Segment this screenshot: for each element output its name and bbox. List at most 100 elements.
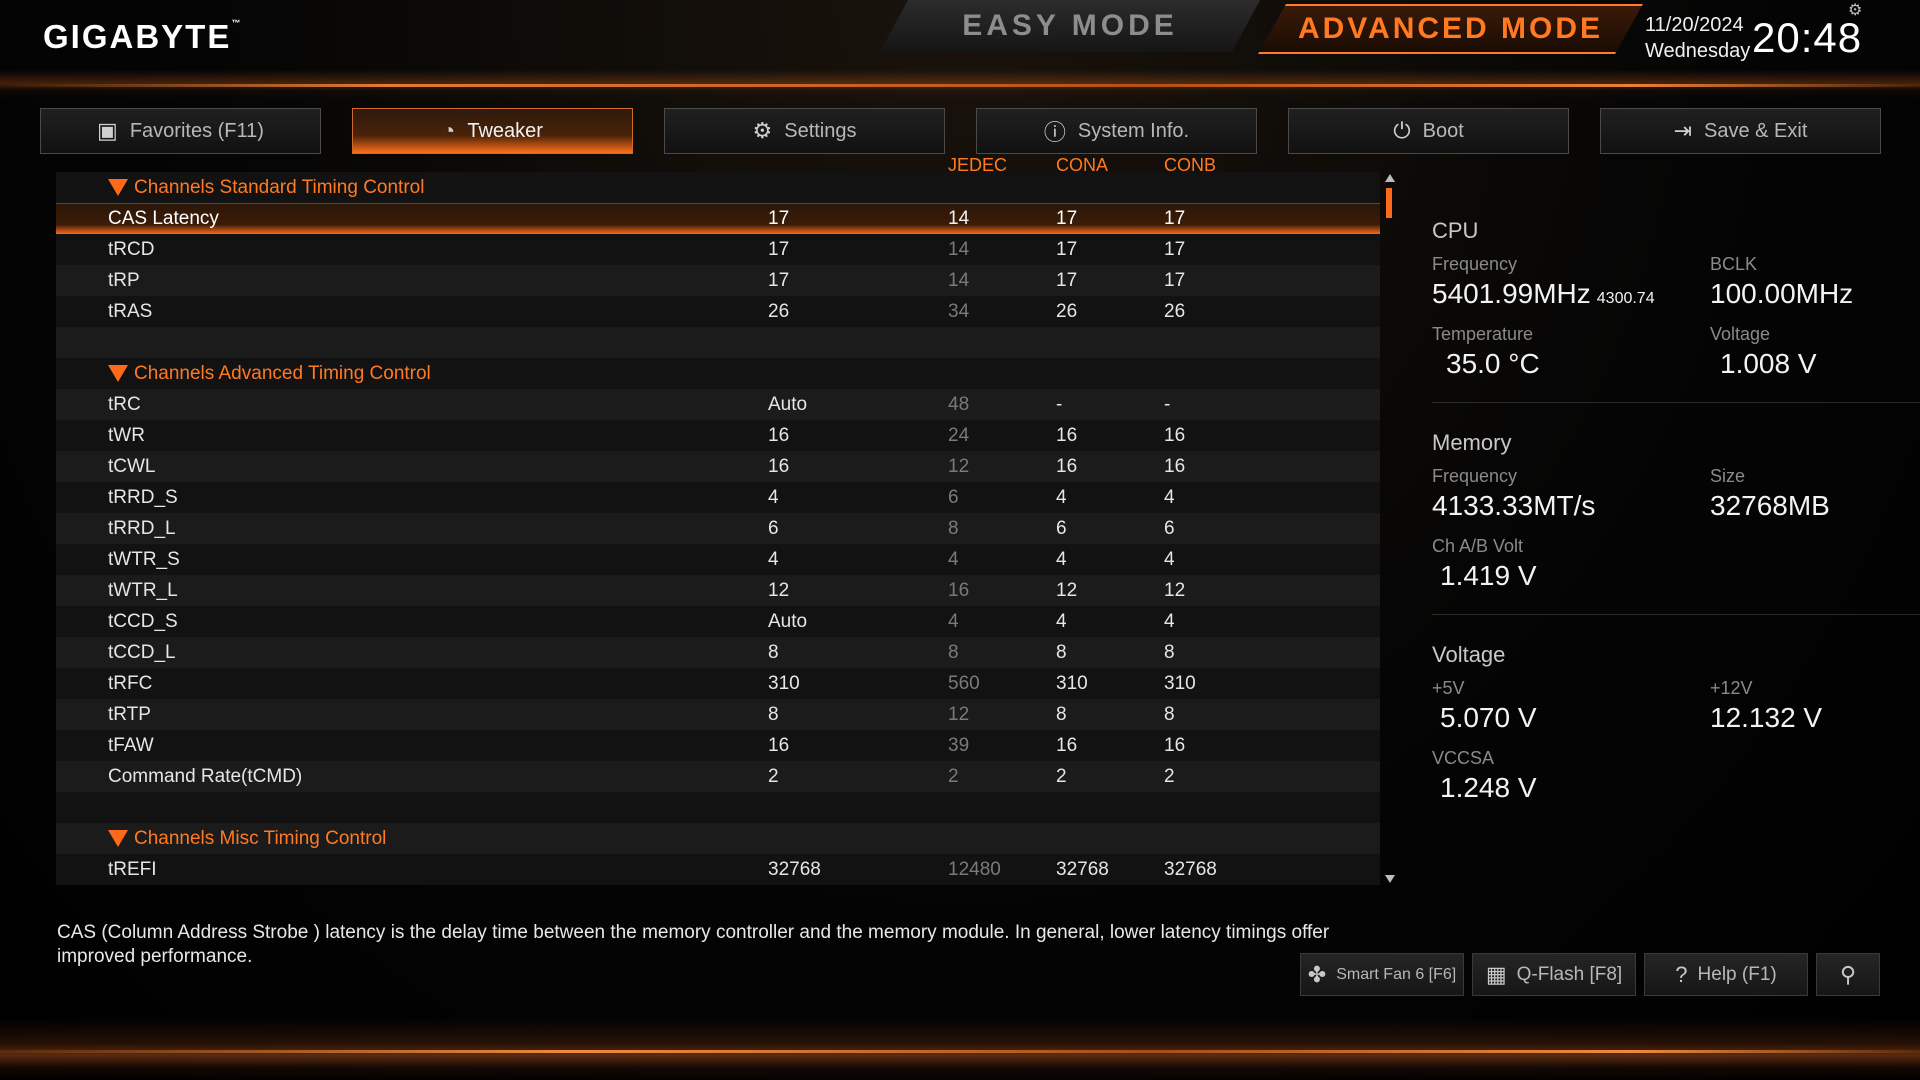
row-value[interactable]: Auto [768,611,807,633]
table-row[interactable]: tRTP 8 12 8 8 [56,699,1380,730]
tab-boot[interactable]: ⏻ Boot [1288,108,1569,154]
row-cona: 4 [1056,548,1067,570]
cpu-frequency-sub: 4300.74 [1596,290,1655,307]
help-description: CAS (Column Address Strobe ) latency is … [57,922,1330,967]
row-jedec: 560 [948,672,980,694]
table-row[interactable]: tWTR_L 12 16 12 12 [56,575,1380,606]
help-button[interactable]: ? Help (F1) [1644,953,1808,996]
row-conb: 4 [1164,548,1175,570]
row-value[interactable]: 16 [768,735,789,757]
table-scrollbar[interactable] [1384,172,1396,885]
row-label: tRAS [108,300,153,322]
info-divider [1432,614,1920,615]
table-row[interactable]: tCCD_L 8 8 8 8 [56,637,1380,668]
row-value[interactable]: 16 [768,456,789,478]
tab-favorites[interactable]: ▣ Favorites (F11) [40,108,321,154]
cpu-voltage-value: 1.008 V [1720,348,1817,379]
row-jedec: 14 [948,207,970,229]
tab-tweaker[interactable]: ◔ Tweaker [352,108,633,154]
section-title: Channels Advanced Timing Control [134,362,431,384]
table-row[interactable]: tRRD_S 4 6 4 4 [56,482,1380,513]
section-advanced-timing[interactable]: Channels Advanced Timing Control [56,358,1380,389]
row-value[interactable]: 310 [768,673,800,695]
row-conb: 2 [1164,765,1175,787]
row-value[interactable]: 16 [768,425,789,447]
advanced-mode-button[interactable]: ADVANCED MODE [1258,4,1643,54]
settings-gear-icon[interactable]: ⚙ [1848,0,1862,20]
row-label: tRFC [108,672,153,694]
table-row[interactable]: tCWL 16 12 16 16 [56,451,1380,482]
row-value[interactable]: 6 [768,518,779,540]
row-conb: 6 [1164,517,1175,539]
row-value[interactable]: 4 [768,487,779,509]
row-jedec: 34 [948,300,970,322]
row-cona: 17 [1056,269,1078,291]
row-jedec: 4 [948,548,959,570]
tab-label: Favorites (F11) [129,119,264,142]
tab-system-info[interactable]: ⓘ System Info. [976,108,1257,154]
row-cona: - [1056,393,1063,415]
spacer-row [56,792,1380,823]
scroll-thumb[interactable] [1386,188,1392,218]
table-row[interactable]: tRCD 17 14 17 17 [56,234,1380,265]
section-misc-timing[interactable]: Channels Misc Timing Control [56,823,1380,854]
chip-icon: ▦ [1485,961,1507,987]
scroll-down-arrow-icon[interactable] [1385,875,1395,883]
row-cona: 17 [1056,207,1078,229]
table-row[interactable]: tFAW 16 39 16 16 [56,730,1380,761]
fan-icon: ✤ [1307,961,1327,987]
row-value[interactable]: 17 [768,270,789,292]
table-row[interactable]: tRP 17 14 17 17 [56,265,1380,296]
p5v-label: +5V [1432,678,1465,698]
table-row[interactable]: tREFI 32768 12480 32768 32768 [56,854,1380,885]
row-value[interactable]: 8 [768,704,779,726]
button-label: Q-Flash [F8] [1516,963,1623,985]
p12v-label: +12V [1710,678,1753,698]
collapse-triangle-icon [108,179,128,196]
scroll-up-arrow-icon[interactable] [1385,174,1395,182]
row-value[interactable]: 32768 [768,859,821,881]
table-row[interactable]: tRFC 310 560 310 310 [56,668,1380,699]
table-row[interactable]: CAS Latency 17 14 17 17 [56,203,1380,234]
row-jedec: 14 [948,238,970,260]
search-button[interactable]: ⚲ [1816,953,1880,996]
row-value[interactable]: 2 [768,766,779,788]
row-conb: 4 [1164,610,1175,632]
row-value[interactable]: 4 [768,549,779,571]
bclk-value: 100.00MHz [1710,278,1854,309]
row-conb: 4 [1164,486,1175,508]
table-row[interactable]: tRRD_L 6 8 6 6 [56,513,1380,544]
row-cona: 32768 [1056,858,1109,880]
table-row[interactable]: tRC Auto 48 - - [56,389,1380,420]
row-label: Command Rate(tCMD) [108,765,303,787]
table-row[interactable]: tCCD_S Auto 4 4 4 [56,606,1380,637]
vccsa-label: VCCSA [1432,748,1495,768]
row-value[interactable]: 8 [768,642,779,664]
row-cona: 26 [1056,300,1078,322]
table-row[interactable]: tWR 16 24 16 16 [56,420,1380,451]
memory-size-label: Size [1710,466,1746,486]
row-value[interactable]: 12 [768,580,789,602]
row-conb: 8 [1164,641,1175,663]
row-conb: 17 [1164,207,1186,229]
cpu-title: CPU [1432,218,1479,243]
help-icon: ? [1675,961,1688,987]
row-value[interactable]: 17 [768,208,789,230]
row-value[interactable]: 26 [768,301,789,323]
table-row[interactable]: tRAS 26 34 26 26 [56,296,1380,327]
table-row[interactable]: tWTR_S 4 4 4 4 [56,544,1380,575]
row-jedec: 16 [948,579,970,601]
row-cona: 16 [1056,734,1078,756]
row-value[interactable]: Auto [768,394,807,416]
section-standard-timing[interactable]: Channels Standard Timing Control [56,172,1380,203]
table-row[interactable]: Command Rate(tCMD) 2 2 2 2 [56,761,1380,792]
easy-mode-button[interactable]: EASY MODE [880,0,1260,52]
memory-title: Memory [1432,430,1512,455]
tab-settings[interactable]: ⚙ Settings [664,108,945,154]
row-value[interactable]: 17 [768,239,789,261]
q-flash-button[interactable]: ▦ Q-Flash [F8] [1472,953,1636,996]
smart-fan-button[interactable]: ✤ Smart Fan 6 [F6] [1300,953,1464,996]
cpu-frequency-value: 5401.99MHz 4300.74 [1432,278,1655,310]
date-box: 11/20/2024 Wednesday [1645,12,1750,64]
tab-save-exit[interactable]: ⇥ Save & Exit [1600,108,1881,154]
